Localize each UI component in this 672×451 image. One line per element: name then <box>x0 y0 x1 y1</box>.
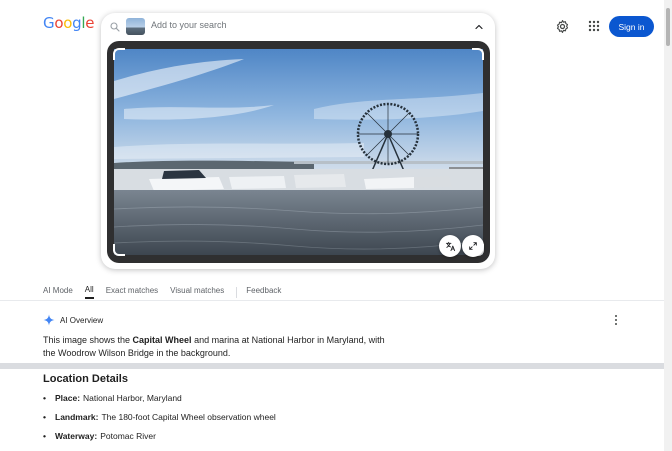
results-tabs: AI Mode All Exact matches Visual matches… <box>43 284 293 300</box>
detail-value: Potomac River <box>100 431 156 441</box>
tab-divider <box>236 286 238 298</box>
location-details-heading: Location Details <box>43 373 128 385</box>
vertical-dots-icon[interactable] <box>612 314 620 326</box>
search-card: Add to your search <box>101 13 495 269</box>
marina-photo[interactable] <box>114 49 483 255</box>
crop-corner-bottom-left[interactable] <box>113 244 125 256</box>
tab-ai-mode[interactable]: AI Mode <box>43 286 73 298</box>
location-details-list: • Place: National Harbor, Maryland • Landma… <box>43 392 276 449</box>
feedback-link[interactable]: Feedback <box>246 286 281 298</box>
tab-all[interactable]: All <box>84 285 94 299</box>
ai-overview-text: This image shows the Capital Wheel and m… <box>43 334 393 360</box>
tab-visual-matches[interactable]: Visual matches <box>170 286 224 298</box>
page-scrollbar-track[interactable] <box>664 0 672 451</box>
overview-bold-subject: Capital Wheel <box>132 335 192 345</box>
tab-exact-matches[interactable]: Exact matches <box>106 286 158 298</box>
translate-icon <box>445 241 455 251</box>
expand-icon <box>469 242 477 250</box>
bullet: • <box>43 393 46 403</box>
detail-key: Waterway: <box>55 431 98 441</box>
expand-button[interactable] <box>462 235 484 257</box>
search-input[interactable]: Add to your search <box>151 20 227 30</box>
bullet: • <box>43 412 46 422</box>
crop-corner-top-left[interactable] <box>113 48 125 60</box>
crop-corner-top-right[interactable] <box>472 48 484 60</box>
section-separator <box>0 363 664 369</box>
gear-icon[interactable] <box>555 19 570 34</box>
list-item: • Landmark: The 180-foot Capital Wheel obs… <box>43 411 276 430</box>
search-icon <box>110 22 120 32</box>
logo-letter: g <box>72 14 82 32</box>
list-item: • Place: National Harbor, Maryland <box>43 392 276 411</box>
ai-overview-label: AI Overview <box>60 315 104 325</box>
google-logo[interactable]: Google <box>43 14 94 32</box>
detail-value: National Harbor, Maryland <box>83 393 182 403</box>
detail-key: Landmark: <box>55 412 99 422</box>
bullet: • <box>43 431 46 441</box>
page-scrollbar-thumb[interactable] <box>666 8 670 46</box>
image-viewer <box>107 41 490 263</box>
list-item: • Waterway: Potomac River <box>43 430 276 449</box>
grid-apps-icon[interactable] <box>588 20 600 32</box>
overview-text-start: This image shows the <box>43 335 133 345</box>
logo-letter: e <box>85 14 95 32</box>
logo-letter: G <box>43 14 55 32</box>
sign-in-button[interactable]: Sign in <box>609 16 654 37</box>
tabs-divider-line <box>0 300 664 301</box>
translate-button[interactable] <box>439 235 461 257</box>
chevron-up-icon[interactable] <box>473 21 485 33</box>
detail-value: The 180-foot Capital Wheel observation w… <box>101 412 276 422</box>
detail-key: Place: <box>55 393 81 403</box>
logo-letter: o <box>54 14 64 32</box>
search-bar[interactable]: Add to your search <box>101 13 495 41</box>
sparkle-icon <box>43 314 55 326</box>
image-thumbnail[interactable] <box>126 18 145 35</box>
logo-letter: o <box>63 14 73 32</box>
ai-overview-header: AI Overview <box>43 313 103 327</box>
